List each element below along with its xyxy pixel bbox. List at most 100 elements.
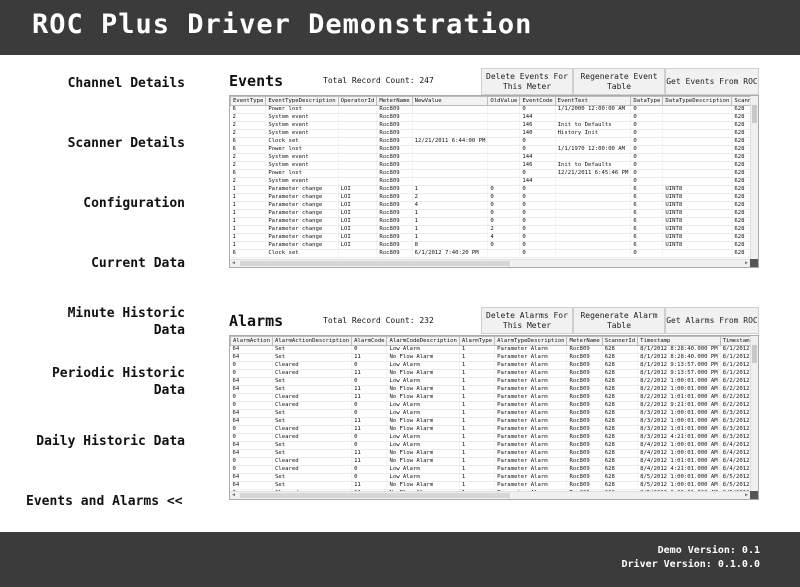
events-table[interactable]: EventType EventTypeDescription OperatorId M… (229, 95, 759, 268)
column-header[interactable]: NewValue (411, 96, 489, 106)
table-cell (487, 121, 521, 130)
table-cell: 0 (487, 209, 521, 218)
alarms-table[interactable]: AlarmAction AlarmActionDescription AlarmCo… (229, 335, 759, 500)
table-cell: 0 (230, 425, 274, 434)
nav-minute-historic-data[interactable]: Minute Historic Data (0, 305, 185, 339)
column-header[interactable]: AlarmTypeDescription (494, 336, 568, 346)
table-row[interactable]: 64 Set 11 No Flow Alarm 1 Parameter Alarm Roc8… (230, 353, 750, 362)
table-row[interactable]: 64 Set 11 No Flow Alarm 1 Parameter Alarm Roc8… (230, 385, 750, 394)
column-header[interactable]: EventCode (519, 96, 556, 106)
alarms-horizontal-scrollbar[interactable]: ◀ ▶ (230, 491, 750, 499)
column-header[interactable]: AlarmAction (230, 336, 274, 346)
table-row[interactable]: 64 Set 11 No Flow Alarm 1 Parameter Alarm Roc8… (230, 481, 750, 490)
table-row[interactable]: 64 Set 0 Low Alarm 1 Parameter Alarm Roc809 628… (230, 345, 750, 354)
table-cell: 1 (230, 201, 267, 210)
column-header[interactable]: AlarmCode (351, 336, 388, 346)
table-row[interactable]: 0 Cleared 0 Low Alarm 1 Parameter Alarm Roc809… (230, 401, 750, 410)
column-header[interactable]: Timestamp (637, 336, 721, 346)
table-row[interactable]: 0Cleared11No Flow Alarm1Parameter AlarmR… (230, 369, 750, 378)
table-row[interactable]: 0 Cleared 0 Low Alarm 1 Parameter Alarm Roc809… (230, 361, 750, 370)
nav-periodic-historic-data[interactable]: Periodic Historic Data (0, 365, 185, 399)
regenerate-alarm-table-button[interactable]: Regenerate Alarm Table (573, 307, 665, 334)
scroll-left-icon[interactable]: ◀ (232, 492, 235, 499)
column-header[interactable]: DataTypeDescription (662, 96, 733, 106)
table-row[interactable]: 6 Power lost Roc809 0 12/21/2011 6:45:46 PM 0… (230, 169, 750, 178)
table-row[interactable]: 2 System event Roc809 144 0 628 (230, 153, 750, 162)
column-header[interactable]: ScannerId (601, 336, 639, 346)
table-cell: 11 (351, 393, 388, 402)
table-row[interactable]: 1 Parameter change LOI Roc809 1 0 0 6 UINT8 628 (230, 209, 750, 218)
table-cell: 0 (487, 241, 521, 250)
table-row[interactable]: 1 Parameter change LOI Roc809 4 0 0 6 UINT8 628 (230, 201, 750, 210)
table-row[interactable]: 1 Parameter change LOI Roc809 1 0 0 6 UINT8 628 (230, 217, 750, 226)
column-header[interactable]: DataType (630, 96, 664, 106)
column-header[interactable]: AlarmActionDescription (272, 336, 353, 346)
nav-configuration[interactable]: Configuration (0, 195, 185, 212)
table-row[interactable]: 6 Clock set Roc809 6/1/2012 7:40:20 PM 0 0 628 (230, 249, 750, 258)
table-row[interactable]: 0Cleared11No Flow Alarm1Parameter AlarmR… (230, 393, 750, 402)
nav-daily-historic-data[interactable]: Daily Historic Data (0, 433, 185, 450)
table-row[interactable]: 2 System event Roc809 146 Init to Defaults 0 6… (230, 121, 750, 130)
table-row[interactable]: 6 Clock set Roc809 12/21/2011 6:44:00 PM 0 0 6… (230, 137, 750, 146)
nav-events-and-alarms[interactable]: Events and Alarms << (0, 493, 215, 510)
table-row[interactable]: 2 System event Roc809 144 0 628 (230, 113, 750, 122)
table-cell: 0 (351, 409, 388, 418)
column-header[interactable]: EventType (230, 96, 267, 106)
table-cell: 0 (519, 201, 556, 210)
get-events-button[interactable]: Get Events From ROC (665, 68, 759, 95)
table-cell: 0 (630, 145, 664, 154)
table-cell: 2 (230, 113, 267, 122)
scroll-right-icon[interactable]: ▶ (745, 492, 748, 499)
alarms-vertical-scrollbar[interactable] (750, 336, 758, 491)
table-row[interactable]: 1 Parameter change LOI Roc809 2 0 0 6 UINT8 628 (230, 193, 750, 202)
table-row[interactable]: 1 Parameter change LOI Roc809 1 0 0 6 UINT8 628 (230, 185, 750, 194)
table-cell: Roc809 (566, 457, 603, 466)
column-header[interactable]: AlarmType (458, 336, 496, 346)
table-cell: 1 (459, 473, 496, 482)
table-row[interactable]: 0Cleared11No Flow Alarm1Parameter AlarmR… (230, 425, 750, 434)
regenerate-event-table-button[interactable]: Regenerate Event Table (573, 68, 665, 95)
nav-channel-details[interactable]: Channel Details (0, 75, 185, 92)
resize-corner-icon (750, 259, 758, 267)
get-alarms-button[interactable]: Get Alarms From ROC (665, 307, 759, 334)
column-header[interactable]: EventText (554, 96, 632, 106)
column-header[interactable]: MeterName (376, 96, 413, 106)
column-header[interactable]: TimestampString (719, 336, 750, 346)
delete-events-button[interactable]: Delete Events For This Meter (481, 68, 573, 95)
scroll-left-icon[interactable]: ◀ (232, 260, 235, 267)
table-row[interactable]: 1 Parameter change LOI Roc809 1 4 0 6 UINT8 628 (230, 233, 750, 242)
table-row[interactable]: 64 Set 11 No Flow Alarm 1 Parameter Alarm Roc8… (230, 449, 750, 458)
table-row[interactable]: 1 Parameter change LOI Roc809 8 0 0 6 UINT8 628 (230, 241, 750, 250)
table-row[interactable]: 2 System event Roc809 146 Init to Defaults 0 6… (230, 161, 750, 170)
table-cell: 628 (731, 233, 750, 242)
table-row[interactable]: 6 Power lost Roc809 0 1/1/2000 12:00:00 AM 0 6… (230, 105, 750, 114)
events-horizontal-scrollbar[interactable]: ◀ ▶ (230, 259, 750, 267)
table-row[interactable]: 2 System event Roc809 144 0 628 (230, 177, 750, 186)
column-header[interactable]: EventTypeDescription (265, 96, 339, 106)
table-row[interactable]: 0 Cleared 0 Low Alarm 1 Parameter Alarm Roc809… (230, 465, 750, 474)
scroll-right-icon[interactable]: ▶ (745, 260, 748, 267)
nav-scanner-details[interactable]: Scanner Details (0, 135, 185, 152)
table-cell: Low Alarm (386, 433, 460, 442)
table-cell: 146 (519, 121, 556, 130)
table-row[interactable]: 64 Set 0 Low Alarm 1 Parameter Alarm Roc809 628… (230, 441, 750, 450)
table-row[interactable]: 6 Power lost Roc809 0 1/1/1970 12:00:00 AM 0 6… (230, 145, 750, 154)
table-row[interactable]: 64 Set 11 No Flow Alarm 1 Parameter Alarm Roc8… (230, 417, 750, 426)
table-row[interactable]: 64 Set 0 Low Alarm 1 Parameter Alarm Roc809 628… (230, 377, 750, 386)
nav-current-data[interactable]: Current Data (0, 255, 185, 272)
column-header[interactable]: MeterName (566, 336, 603, 346)
column-header[interactable]: AlarmCodeDescription (386, 336, 460, 346)
table-row[interactable]: 1 Parameter change LOI Roc809 1 2 0 6 UINT8 628 (230, 225, 750, 234)
column-header[interactable]: Scanner (731, 96, 750, 106)
table-row[interactable]: 64 Set 0 Low Alarm 1 Parameter Alarm Roc809 628… (230, 473, 750, 482)
table-cell: System event (265, 129, 339, 138)
table-cell (338, 129, 378, 138)
column-header[interactable]: OldValue (487, 96, 521, 106)
delete-alarms-button[interactable]: Delete Alarms For This Meter (481, 307, 573, 334)
table-row[interactable]: 64 Set 0 Low Alarm 1 Parameter Alarm Roc809 628… (230, 409, 750, 418)
column-header[interactable]: OperatorId (337, 96, 378, 106)
events-vertical-scrollbar[interactable] (750, 96, 758, 259)
table-row[interactable]: 0Cleared11No Flow Alarm1Parameter AlarmR… (230, 457, 750, 466)
table-row[interactable]: 2 System event Roc809 140 History Init 0 628 (230, 129, 750, 138)
table-row[interactable]: 0 Cleared 0 Low Alarm 1 Parameter Alarm Roc809… (230, 433, 750, 442)
